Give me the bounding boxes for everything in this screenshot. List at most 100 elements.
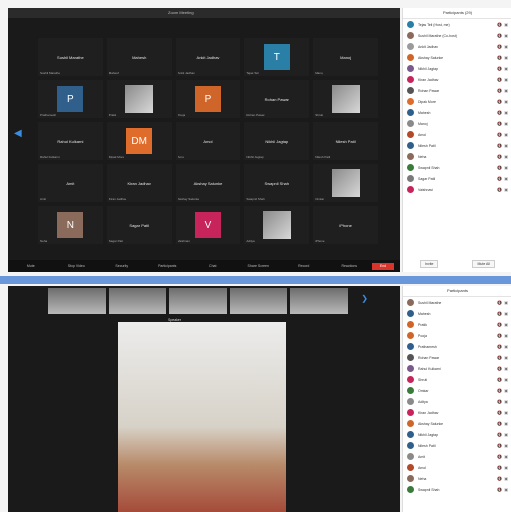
- participant-row[interactable]: Akshay Salunke 🔇 ▣: [403, 418, 511, 429]
- mic-muted-icon[interactable]: 🔇: [497, 99, 502, 104]
- camera-icon[interactable]: ▣: [504, 55, 508, 60]
- camera-icon[interactable]: ▣: [504, 388, 508, 393]
- camera-icon[interactable]: ▣: [504, 143, 508, 148]
- video-tile[interactable]: Sagar Patil Sagar Patil: [106, 206, 172, 244]
- participant-row[interactable]: Swapnil Shah 🔇 ▣: [403, 162, 511, 173]
- participant-row[interactable]: Rohan Pawar 🔇 ▣: [403, 85, 511, 96]
- camera-icon[interactable]: ▣: [504, 110, 508, 115]
- camera-icon[interactable]: ▣: [504, 88, 508, 93]
- video-tile[interactable]: N Neha: [38, 206, 103, 244]
- participant-row[interactable]: Amol 🔇 ▣: [403, 462, 511, 473]
- video-tile[interactable]: Sushil Marathe Sushil Marathe: [38, 38, 103, 76]
- mic-muted-icon[interactable]: 🔇: [497, 487, 502, 492]
- reactions-button[interactable]: Reactions: [327, 264, 373, 268]
- participant-thumbnail[interactable]: [290, 288, 348, 314]
- participant-row[interactable]: Nikhil Jagtap 🔇 ▣: [403, 63, 511, 74]
- camera-icon[interactable]: ▣: [504, 344, 508, 349]
- participant-thumbnail[interactable]: [169, 288, 227, 314]
- participant-row[interactable]: Kiran Jadhav 🔇 ▣: [403, 74, 511, 85]
- video-tile[interactable]: Omkar: [313, 164, 378, 202]
- camera-icon[interactable]: ▣: [504, 99, 508, 104]
- participant-thumbnail[interactable]: [48, 288, 106, 314]
- mic-muted-icon[interactable]: 🔇: [497, 410, 502, 415]
- mic-muted-icon[interactable]: 🔇: [497, 366, 502, 371]
- video-tile[interactable]: Shruti: [313, 80, 378, 118]
- participant-row[interactable]: Dipak More 🔇 ▣: [403, 96, 511, 107]
- mic-muted-icon[interactable]: 🔇: [497, 88, 502, 93]
- camera-icon[interactable]: ▣: [504, 410, 508, 415]
- video-tile[interactable]: Akshay Salunke Akshay Salunke: [175, 164, 241, 202]
- video-tile[interactable]: Aditya: [244, 206, 310, 244]
- participant-row[interactable]: Akshay Salunke 🔇 ▣: [403, 52, 511, 63]
- participant-row[interactable]: Nikhil Jagtap 🔇 ▣: [403, 429, 511, 440]
- mic-muted-icon[interactable]: 🔇: [497, 176, 502, 181]
- mic-muted-icon[interactable]: 🔇: [497, 77, 502, 82]
- camera-icon[interactable]: ▣: [504, 355, 508, 360]
- video-tile[interactable]: Amol Amol: [175, 122, 241, 160]
- camera-icon[interactable]: ▣: [504, 322, 508, 327]
- mic-muted-icon[interactable]: 🔇: [497, 311, 502, 316]
- mute-button[interactable]: Mute: [8, 264, 54, 268]
- mic-muted-icon[interactable]: 🔇: [497, 300, 502, 305]
- participant-row[interactable]: Mahesh 🔇 ▣: [403, 107, 511, 118]
- participant-thumbnail[interactable]: [229, 288, 288, 314]
- mic-muted-icon[interactable]: 🔇: [497, 132, 502, 137]
- end-button[interactable]: End: [372, 262, 394, 270]
- camera-icon[interactable]: ▣: [504, 333, 508, 338]
- participant-row[interactable]: Tejas Teli (Host, me) 🔇 ▣: [403, 19, 511, 30]
- mic-muted-icon[interactable]: 🔇: [497, 421, 502, 426]
- mic-muted-icon[interactable]: 🔇: [497, 22, 502, 27]
- chevron-left-icon[interactable]: ◀: [14, 128, 22, 139]
- camera-icon[interactable]: ▣: [504, 44, 508, 49]
- mic-muted-icon[interactable]: 🔇: [497, 432, 502, 437]
- camera-icon[interactable]: ▣: [504, 476, 508, 481]
- chevron-right-icon[interactable]: ❯: [361, 294, 368, 303]
- participant-row[interactable]: Neha 🔇 ▣: [403, 473, 511, 484]
- participants-button[interactable]: Participants: [145, 264, 191, 268]
- camera-icon[interactable]: ▣: [504, 443, 508, 448]
- mic-muted-icon[interactable]: 🔇: [497, 454, 502, 459]
- video-tile[interactable]: Rahul Kulkarni Rahul Kulkarni: [38, 122, 103, 160]
- mic-muted-icon[interactable]: 🔇: [497, 355, 502, 360]
- participant-thumbnail[interactable]: [108, 288, 167, 314]
- mic-muted-icon[interactable]: 🔇: [497, 143, 502, 148]
- mic-muted-icon[interactable]: 🔇: [497, 66, 502, 71]
- participant-row[interactable]: Sushil Marathe 🔇 ▣: [403, 297, 511, 308]
- record-button[interactable]: Record: [281, 264, 327, 268]
- camera-icon[interactable]: ▣: [504, 187, 508, 192]
- participant-row[interactable]: Shruti 🔇 ▣: [403, 374, 511, 385]
- camera-icon[interactable]: ▣: [504, 165, 508, 170]
- camera-icon[interactable]: ▣: [504, 77, 508, 82]
- participant-row[interactable]: Sagar Patil 🔇 ▣: [403, 173, 511, 184]
- camera-icon[interactable]: ▣: [504, 154, 508, 159]
- video-tile[interactable]: P Prathamesh: [38, 80, 103, 118]
- participant-row[interactable]: Rahul Kulkarni 🔇 ▣: [403, 363, 511, 374]
- participant-row[interactable]: Vaishnavi 🔇 ▣: [403, 184, 511, 195]
- participant-row[interactable]: Aditya 🔇 ▣: [403, 396, 511, 407]
- mic-muted-icon[interactable]: 🔇: [497, 377, 502, 382]
- invite-button[interactable]: Invite: [420, 260, 439, 268]
- participant-row[interactable]: Pooja 🔇 ▣: [403, 330, 511, 341]
- participant-row[interactable]: Neha 🔇 ▣: [403, 151, 511, 162]
- participant-row[interactable]: Mahesh 🔇 ▣: [403, 308, 511, 319]
- mic-muted-icon[interactable]: 🔇: [497, 443, 502, 448]
- camera-icon[interactable]: ▣: [504, 176, 508, 181]
- video-tile[interactable]: Swapnil Shah Swapnil Shah: [244, 164, 310, 202]
- participant-row[interactable]: Swapnil Shah 🔇 ▣: [403, 484, 511, 495]
- mic-muted-icon[interactable]: 🔇: [497, 55, 502, 60]
- video-tile[interactable]: iPhone iPhone: [313, 206, 378, 244]
- mic-muted-icon[interactable]: 🔇: [497, 399, 502, 404]
- video-tile[interactable]: Kiran Jadhav Kiran Jadhav: [106, 164, 172, 202]
- camera-icon[interactable]: ▣: [504, 22, 508, 27]
- mute-all-button[interactable]: Mute All: [472, 260, 495, 268]
- camera-icon[interactable]: ▣: [504, 311, 508, 316]
- camera-icon[interactable]: ▣: [504, 421, 508, 426]
- participant-row[interactable]: Nilesh Patil 🔇 ▣: [403, 140, 511, 151]
- participant-row[interactable]: Prathamesh 🔇 ▣: [403, 341, 511, 352]
- camera-icon[interactable]: ▣: [504, 132, 508, 137]
- participant-row[interactable]: Rohan Pawar 🔇 ▣: [403, 352, 511, 363]
- mic-muted-icon[interactable]: 🔇: [497, 344, 502, 349]
- video-tile[interactable]: Nikhil Jagtap Nikhil Jagtap: [244, 122, 310, 160]
- camera-icon[interactable]: ▣: [504, 66, 508, 71]
- mic-muted-icon[interactable]: 🔇: [497, 333, 502, 338]
